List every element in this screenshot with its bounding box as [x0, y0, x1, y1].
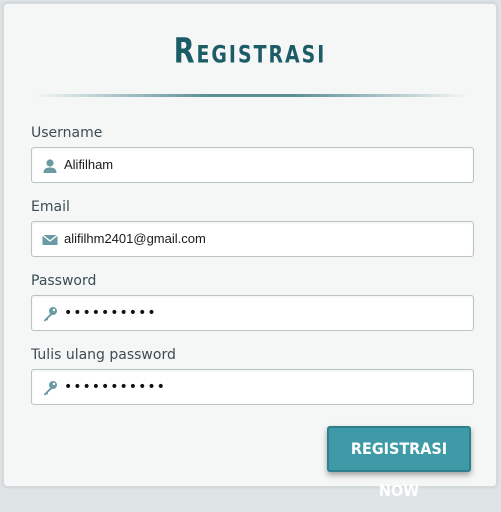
password-value: •••••••••• — [64, 305, 157, 321]
confirm-password-input[interactable]: ••••••••••• — [31, 369, 474, 405]
email-input[interactable]: alifilhm2401@gmail.com — [31, 221, 474, 257]
title-divider — [34, 94, 468, 97]
form-title: Registrasi — [173, 31, 327, 72]
email-value: alifilhm2401@gmail.com — [64, 231, 206, 246]
username-value: Alifilham — [64, 157, 114, 172]
user-icon — [43, 159, 57, 173]
register-button[interactable]: REGISTRASI NOW — [327, 426, 471, 500]
password-input[interactable]: •••••••••• — [31, 295, 474, 331]
confirm-password-value: ••••••••••• — [64, 379, 166, 395]
username-label: Username — [31, 125, 103, 141]
confirm-password-label: Tulis ulang password — [31, 347, 176, 363]
mail-icon — [42, 234, 58, 245]
registration-card: Registrasi Username Alifilham Email alif… — [3, 3, 497, 500]
email-label: Email — [31, 199, 70, 215]
key-icon — [43, 381, 57, 396]
password-label: Password — [31, 273, 97, 289]
key-icon — [43, 307, 57, 322]
username-input[interactable]: Alifilham — [31, 147, 474, 183]
